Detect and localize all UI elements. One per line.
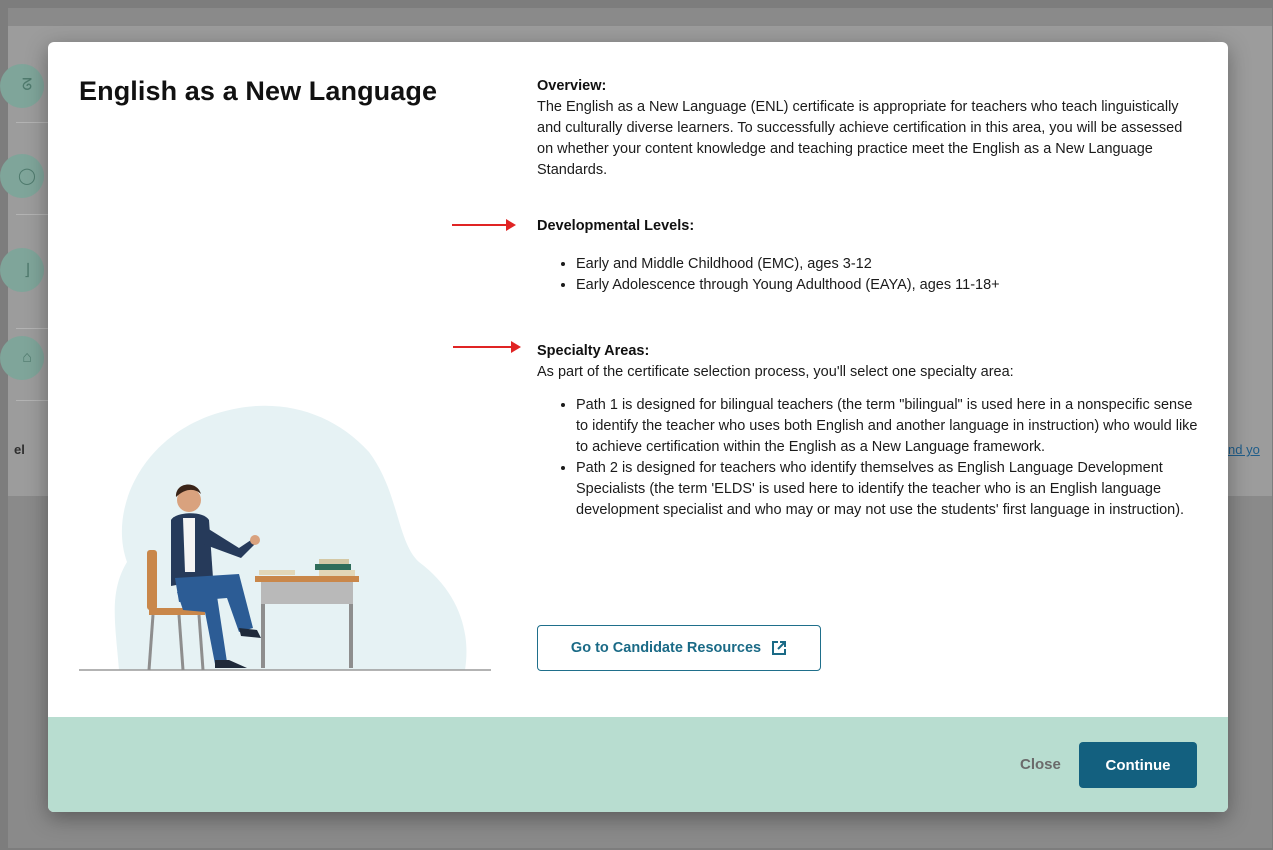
annotation-arrow [452, 219, 516, 231]
list-item: Early and Middle Childhood (EMC), ages 3… [576, 254, 1228, 275]
close-button[interactable]: Close [1008, 744, 1073, 784]
leaf-icon: ᘔ [0, 64, 44, 108]
developmental-levels-heading: Developmental Levels: [537, 218, 695, 234]
modal-title: English as a New Language [79, 76, 438, 106]
external-link-icon [772, 641, 787, 655]
annotation-arrow [453, 341, 521, 353]
modal-content: Overview: The English as a New Language … [537, 76, 1202, 518]
specialty-intro: As part of the certificate selection pro… [537, 364, 1014, 380]
developmental-levels-list: Early and Middle Childhood (EMC), ages 3… [537, 254, 1228, 296]
specialty-paths-list: Path 1 is designed for bilingual teacher… [537, 395, 1202, 521]
background-link[interactable]: nd yo [1228, 442, 1260, 457]
circle-icon: ◯ [0, 154, 44, 198]
candidate-resources-label: Go to Candidate Resources [570, 640, 762, 656]
list-item: Path 1 is designed for bilingual teacher… [576, 395, 1202, 458]
certificate-modal: English as a New Language Overview: The … [48, 42, 1228, 812]
book-icon: ⌂ [0, 336, 44, 380]
specialty-areas-section: Specialty Areas: As part of the certific… [537, 341, 1202, 521]
list-item: Early Adolescence through Young Adulthoo… [576, 275, 1228, 296]
teacher-illustration [79, 405, 491, 671]
overview-text: The English as a New Language (ENL) cert… [537, 99, 1183, 178]
candidate-resources-button[interactable]: Go to Candidate Resources [537, 625, 821, 671]
specialty-areas-heading: Specialty Areas: [537, 343, 650, 359]
background-label: el [14, 442, 25, 457]
list-item: Path 2 is designed for teachers who iden… [576, 458, 1202, 521]
continue-button[interactable]: Continue [1079, 742, 1197, 788]
bracket-icon: ⌋ [0, 248, 44, 292]
overview-heading: Overview: [537, 78, 607, 94]
modal-footer: Close Continue [48, 717, 1228, 812]
